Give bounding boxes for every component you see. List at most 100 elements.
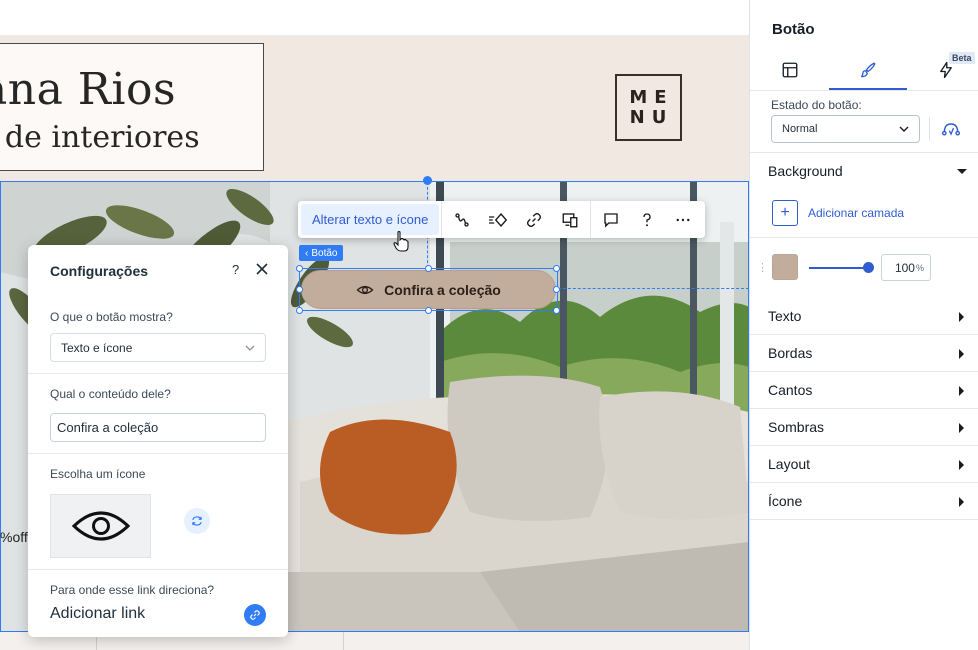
show-select-value: Texto e ícone [61, 340, 133, 355]
section-row-icone[interactable]: Ícone [750, 483, 978, 520]
resize-handle-right[interactable] [553, 286, 560, 293]
help-icon [643, 212, 652, 226]
more-icon [676, 218, 690, 221]
collection-button[interactable]: Confira a coleção [301, 270, 556, 309]
replace-icon-button[interactable] [184, 508, 210, 534]
icon-preview[interactable] [50, 494, 151, 558]
beta-badge: Beta [949, 52, 975, 64]
help-button[interactable] [629, 204, 665, 235]
animation-icon [455, 212, 470, 227]
site-name-title: ana Rios [0, 64, 177, 115]
chevron-down-icon [899, 126, 909, 132]
section-label: Ícone [768, 493, 803, 509]
editor-canvas[interactable]: ana Rios r de interiores ME NU %off Conf… [0, 0, 749, 650]
resize-handle-top-right[interactable] [553, 265, 560, 272]
inspector-divider [750, 152, 978, 153]
canvas-top-bar [0, 0, 749, 36]
interactions-icon [489, 212, 508, 227]
settings-divider [28, 453, 288, 454]
resize-handle-left[interactable] [296, 286, 303, 293]
opacity-slider-thumb[interactable] [863, 262, 874, 273]
inspector-title: Botão [772, 21, 815, 38]
inspector-panel: Botão Beta Estado do botão: Normal Backg… [749, 0, 978, 650]
settings-panel: Configurações ? O que o botão mostra? Te… [28, 245, 288, 637]
caret-right-icon [959, 423, 964, 433]
element-tag[interactable]: ‹ Botão [299, 245, 344, 261]
show-label: O que o botão mostra? [50, 310, 173, 324]
tab-design[interactable] [829, 50, 907, 90]
chevron-down-icon [245, 345, 255, 351]
refresh-icon [192, 516, 202, 526]
resize-handle-bottom-left[interactable] [296, 307, 303, 314]
tabs-divider [750, 90, 978, 91]
horizontal-guide [558, 288, 749, 289]
resize-handle-bottom[interactable] [425, 307, 432, 314]
link-button[interactable] [516, 204, 552, 235]
background-section-title[interactable]: Background [768, 163, 843, 179]
site-name-box[interactable]: ana Rios r de interiores [0, 43, 264, 171]
caret-right-icon [959, 460, 964, 470]
design-brush-icon [860, 62, 876, 78]
settings-title: Configurações [50, 263, 149, 279]
section-row-bordas[interactable]: Bordas [750, 335, 978, 372]
eye-icon [71, 511, 130, 541]
selected-button-frame[interactable]: Confira a coleção [296, 265, 560, 314]
caret-down-icon[interactable] [957, 169, 967, 174]
menu-logo-line-2: NU [629, 106, 674, 128]
section-row-layout[interactable]: Layout [750, 446, 978, 483]
responsive-button[interactable] [552, 204, 588, 235]
toolbar-divider [590, 201, 592, 238]
interactions-button[interactable] [480, 204, 516, 235]
element-tag-label: Botão [311, 247, 338, 259]
resize-handle-top-left[interactable] [296, 265, 303, 272]
hand-cursor-icon [393, 230, 409, 252]
link-label: Para onde esse link direciona? [50, 583, 215, 597]
button-state-select[interactable]: Normal [771, 115, 920, 143]
section-label: Bordas [768, 345, 813, 361]
strip-top-handle[interactable] [423, 176, 432, 185]
opacity-unit: % [915, 262, 924, 273]
caret-right-icon [959, 312, 964, 322]
caret-right-icon [959, 497, 964, 507]
site-header[interactable]: ana Rios r de interiores ME NU [0, 36, 749, 182]
add-link-title: Adicionar link [50, 605, 146, 622]
section-label: Sombras [768, 419, 825, 435]
settings-divider [28, 373, 288, 374]
content-input[interactable]: Confira a coleção [50, 413, 266, 442]
button-state-value: Normal [782, 123, 818, 135]
section-row-sombras[interactable]: Sombras [750, 409, 978, 446]
discount-text: %off [0, 529, 28, 545]
add-layer-label[interactable]: Adicionar camada [808, 206, 904, 220]
menu-logo[interactable]: ME NU [615, 74, 682, 141]
section-row-cantos[interactable]: Cantos [750, 372, 978, 409]
layout-icon [782, 62, 798, 78]
state-preview-icon[interactable] [941, 120, 961, 138]
add-link-button[interactable] [244, 604, 266, 626]
opacity-slider-track[interactable] [809, 267, 869, 269]
link-icon [527, 212, 542, 227]
animation-button[interactable] [444, 204, 480, 235]
add-layer-button[interactable]: + [772, 200, 798, 226]
change-text-icon-button[interactable]: Alterar texto e ícone [301, 204, 440, 235]
responsive-icon [562, 212, 578, 227]
comment-button[interactable] [593, 204, 629, 235]
icon-label: Escolha um ícone [50, 467, 146, 481]
resize-handle-bottom-right[interactable] [553, 307, 560, 314]
show-select[interactable]: Texto e ícone [50, 333, 266, 362]
menu-logo-line-1: ME [629, 86, 674, 108]
tab-layout[interactable] [751, 50, 829, 90]
eye-icon [356, 285, 374, 294]
settings-help-button[interactable]: ? [232, 262, 239, 277]
collection-button-label: Confira a coleção [384, 281, 501, 298]
opacity-input[interactable]: 100 % [881, 254, 931, 281]
resize-handle-top[interactable] [425, 265, 432, 272]
caret-right-icon [959, 386, 964, 396]
fill-color-swatch[interactable] [772, 254, 798, 280]
section-label: Cantos [768, 382, 813, 398]
site-name-subtitle: r de interiores [0, 120, 200, 155]
comment-icon [604, 212, 619, 228]
section-label: Texto [768, 308, 802, 324]
more-button[interactable] [665, 204, 701, 235]
close-icon[interactable] [254, 261, 270, 277]
section-row-texto[interactable]: Texto [750, 298, 978, 335]
